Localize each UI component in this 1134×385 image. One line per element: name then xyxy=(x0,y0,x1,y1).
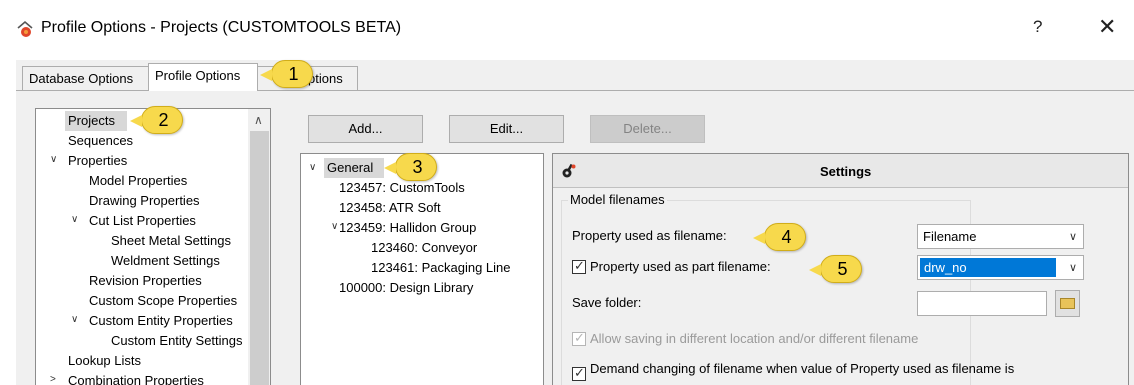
tree-item-properties[interactable]: Properties xyxy=(68,153,127,168)
callout-2: 2 xyxy=(130,106,183,134)
property-filename-select[interactable]: Filename ∨ xyxy=(917,224,1084,249)
scroll-thumb[interactable] xyxy=(250,131,269,385)
part-filename-checkbox[interactable]: ✓ xyxy=(572,258,586,274)
chevron-down-icon[interactable]: ∨ xyxy=(50,154,57,165)
checkmark-icon: ✓ xyxy=(574,330,585,345)
demand-changing-checkbox[interactable]: ✓ xyxy=(572,365,586,381)
tree-item-revision-properties[interactable]: Revision Properties xyxy=(89,273,202,288)
select-value: Filename xyxy=(923,229,977,244)
callout-4: 4 xyxy=(753,223,806,251)
property-filename-label: Property used as filename: xyxy=(572,228,727,243)
chevron-down-icon[interactable]: ∨ xyxy=(71,214,78,225)
tree-item-custom-scope-properties[interactable]: Custom Scope Properties xyxy=(89,293,237,308)
tree-item-project[interactable]: 123460: Conveyor xyxy=(371,240,477,255)
checkmark-icon: ✓ xyxy=(574,365,585,380)
group-label: Model filenames xyxy=(568,192,667,207)
tab-label: ptions xyxy=(308,71,343,86)
tree-item-general[interactable]: General xyxy=(327,160,373,175)
add-button[interactable]: Add... xyxy=(308,115,423,143)
chevron-right-icon[interactable]: > xyxy=(50,374,56,385)
tree-item-custom-entity-properties[interactable]: Custom Entity Properties xyxy=(89,313,233,328)
tree-item-project[interactable]: 100000: Design Library xyxy=(339,280,473,295)
tree-item-projects[interactable]: Projects xyxy=(68,113,115,128)
callout-5: 5 xyxy=(809,255,862,283)
chevron-down-icon: ∨ xyxy=(1068,262,1077,274)
save-folder-label: Save folder: xyxy=(572,295,642,310)
app-icon xyxy=(17,20,33,37)
allow-saving-label: Allow saving in different location and/o… xyxy=(590,331,919,346)
tree-item-model-properties[interactable]: Model Properties xyxy=(89,173,187,188)
demand-changing-label: Demand changing of filename when value o… xyxy=(590,361,1015,376)
part-filename-select[interactable]: drw_no ∨ xyxy=(917,255,1084,280)
dialog-body: Database Options Profile Options ptions … xyxy=(16,60,1134,385)
chevron-down-icon[interactable]: ∨ xyxy=(71,314,78,325)
tools-icon xyxy=(562,163,576,178)
project-tree[interactable]: ∨ General 123457: CustomTools 123458: AT… xyxy=(300,153,544,385)
chevron-down-icon: ∨ xyxy=(1068,231,1077,243)
tree-item-project[interactable]: 123458: ATR Soft xyxy=(339,200,441,215)
tree-item-lookup-lists[interactable]: Lookup Lists xyxy=(68,353,141,368)
select-value: drw_no xyxy=(920,258,1056,277)
tree-item-weldment-settings[interactable]: Weldment Settings xyxy=(111,253,220,268)
title-bar: Profile Options - Projects (CUSTOMTOOLS … xyxy=(0,0,1134,60)
window-title: Profile Options - Projects (CUSTOMTOOLS … xyxy=(41,19,402,36)
tab-profile-options[interactable]: Profile Options xyxy=(148,63,258,91)
profile-options-tree[interactable]: Projects Sequences ∨ Properties Model Pr… xyxy=(35,108,271,385)
tree-item-sequences[interactable]: Sequences xyxy=(68,133,133,148)
edit-button[interactable]: Edit... xyxy=(449,115,564,143)
part-filename-label: Property used as part filename: xyxy=(590,259,771,274)
tree-scrollbar[interactable]: ∧ xyxy=(248,109,270,385)
delete-button[interactable]: Delete... xyxy=(590,115,705,143)
tree-item-combination-properties[interactable]: Combination Properties xyxy=(68,373,204,385)
tree-item-custom-entity-settings[interactable]: Custom Entity Settings xyxy=(111,333,243,348)
close-button[interactable]: ✕ xyxy=(1098,14,1116,40)
tab-label: Database Options xyxy=(29,71,134,86)
chevron-down-icon[interactable]: ∨ xyxy=(331,221,338,232)
settings-title: Settings xyxy=(820,164,872,179)
tree-item-sheet-metal-settings[interactable]: Sheet Metal Settings xyxy=(111,233,231,248)
tree-item-drawing-properties[interactable]: Drawing Properties xyxy=(89,193,200,208)
tab-database-options[interactable]: Database Options xyxy=(22,66,149,90)
save-folder-input[interactable] xyxy=(917,291,1047,316)
tree-item-project[interactable]: 123457: CustomTools xyxy=(339,180,465,195)
browse-folder-button[interactable] xyxy=(1055,290,1080,317)
help-button[interactable]: ? xyxy=(1033,17,1042,37)
tab-label: Profile Options xyxy=(155,68,241,83)
tree-item-project[interactable]: 123461: Packaging Line xyxy=(371,260,511,275)
scroll-up-icon[interactable]: ∧ xyxy=(254,113,263,127)
tree-item-cut-list-properties[interactable]: Cut List Properties xyxy=(89,213,196,228)
callout-3: 3 xyxy=(384,153,437,181)
chevron-down-icon[interactable]: ∨ xyxy=(309,162,316,173)
settings-header: Settings xyxy=(553,154,1128,188)
tree-item-project[interactable]: 123459: Hallidon Group xyxy=(339,220,476,235)
checkmark-icon: ✓ xyxy=(574,258,585,273)
folder-icon xyxy=(1060,298,1075,309)
callout-1: 1 xyxy=(260,60,313,88)
allow-saving-checkbox[interactable]: ✓ xyxy=(572,330,586,346)
